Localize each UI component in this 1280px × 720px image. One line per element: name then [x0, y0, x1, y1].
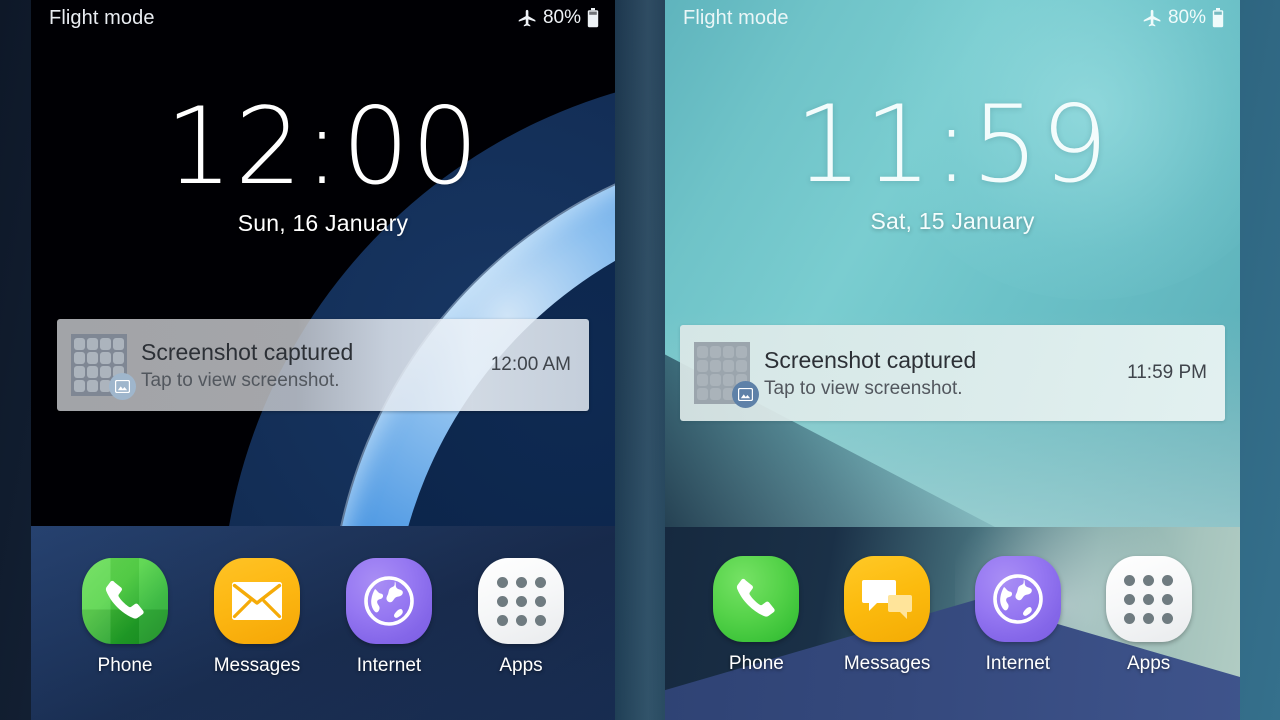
- speech-bubbles-icon[interactable]: [844, 556, 931, 642]
- right-status-bar: Flight mode 80%: [665, 0, 1240, 36]
- right-notification-time: 11:59 PM: [1127, 362, 1207, 383]
- left-notification-text: Screenshot captured Tap to view screensh…: [141, 338, 479, 393]
- right-dock-label-messages: Messages: [843, 653, 931, 674]
- left-dock-item-internet[interactable]: Internet: [331, 558, 447, 677]
- right-dock-item-apps[interactable]: Apps: [1091, 556, 1207, 675]
- right-notification-text: Screenshot captured Tap to view screensh…: [764, 346, 1115, 401]
- right-status-indicators: 80%: [1142, 7, 1224, 29]
- phone-handset-icon[interactable]: [713, 556, 800, 642]
- left-dock-item-phone[interactable]: Phone: [67, 558, 183, 677]
- battery-icon: [587, 8, 599, 28]
- left-battery-percent: 80%: [542, 7, 581, 28]
- globe-icon[interactable]: [974, 556, 1061, 642]
- right-lockscreen-wallpaper: [665, 0, 1240, 527]
- left-dock-row: Phone Messages Internet Apps: [31, 558, 615, 677]
- left-dock-label-phone: Phone: [97, 655, 153, 676]
- left-dock-label-internet: Internet: [356, 655, 422, 676]
- right-notification-thumbnail: [694, 342, 759, 408]
- right-notification-card[interactable]: Screenshot captured Tap to view screensh…: [680, 325, 1225, 421]
- left-dock-item-apps[interactable]: Apps: [463, 558, 579, 677]
- image-icon: [109, 373, 136, 400]
- right-phone-panel: Flight mode 80% 11:59 Sat, 15 January Sc…: [665, 0, 1240, 720]
- right-dock-item-messages[interactable]: Messages: [829, 556, 945, 675]
- globe-icon[interactable]: [346, 558, 432, 644]
- right-notification-title: Screenshot captured: [764, 346, 977, 373]
- right-status-flight-mode-label: Flight mode: [683, 6, 789, 29]
- left-lockscreen-wallpaper: [31, 0, 615, 526]
- right-dock-label-internet: Internet: [985, 653, 1051, 674]
- left-notification-time: 12:00 AM: [490, 354, 571, 375]
- image-icon: [732, 381, 759, 408]
- left-dock-item-messages[interactable]: Messages: [199, 558, 315, 677]
- left-status-indicators: 80%: [517, 7, 599, 29]
- left-phone-panel: Flight mode 80% 12:00 Sun, 16 January Sc…: [31, 0, 615, 720]
- right-dock-item-internet[interactable]: Internet: [960, 556, 1076, 675]
- envelope-icon[interactable]: [214, 558, 300, 644]
- wallpaper-teal-glow: [880, 0, 1240, 300]
- right-battery-percent: 80%: [1167, 7, 1206, 28]
- left-dock-label-messages: Messages: [213, 655, 301, 676]
- app-grid-icon[interactable]: [478, 558, 564, 644]
- right-dock-label-phone: Phone: [728, 653, 784, 674]
- phone-handset-icon[interactable]: [82, 558, 168, 644]
- right-dock-label-apps: Apps: [1126, 653, 1171, 674]
- left-notification-title: Screenshot captured: [141, 338, 354, 365]
- airplane-icon: [1142, 8, 1163, 29]
- left-status-bar: Flight mode 80%: [31, 0, 615, 36]
- left-status-flight-mode-label: Flight mode: [49, 6, 155, 29]
- left-dock-label-apps: Apps: [499, 655, 543, 676]
- comparison-stage: Flight mode 80% 12:00 Sun, 16 January Sc…: [0, 0, 1280, 720]
- right-notification-subtitle: Tap to view screenshot.: [764, 377, 963, 399]
- app-grid-icon[interactable]: [1105, 556, 1192, 642]
- right-dock-row: Phone Messages Internet Apps: [665, 556, 1240, 675]
- left-notification-subtitle: Tap to view screenshot.: [141, 369, 340, 391]
- left-notification-thumbnail: [71, 334, 136, 400]
- right-dock-item-phone[interactable]: Phone: [698, 556, 814, 675]
- left-notification-card[interactable]: Screenshot captured Tap to view screensh…: [57, 319, 589, 411]
- airplane-icon: [517, 8, 538, 29]
- battery-icon: [1212, 8, 1224, 28]
